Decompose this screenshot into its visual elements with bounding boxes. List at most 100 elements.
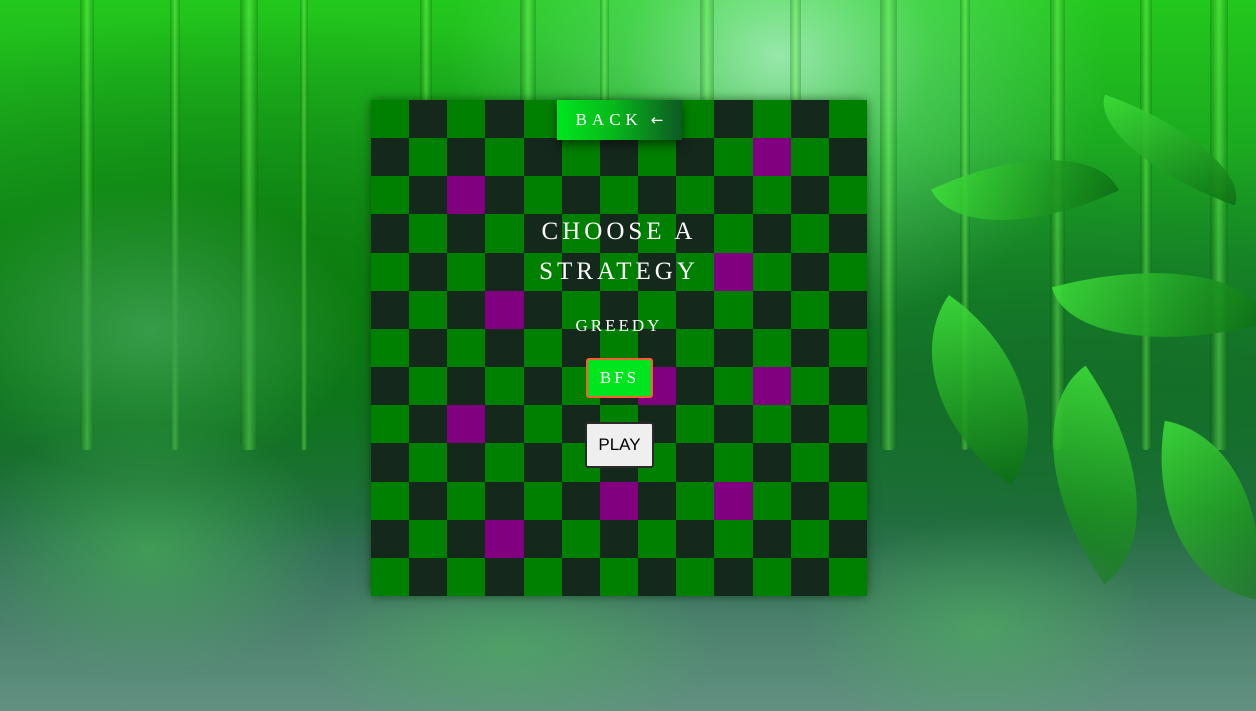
board-cell <box>714 443 753 482</box>
strategy-option-bfs[interactable]: BFS <box>586 358 653 398</box>
board-cell <box>409 138 448 177</box>
board-cell <box>676 176 715 215</box>
back-button[interactable]: BACK ← <box>557 100 682 140</box>
board-cell <box>447 100 486 139</box>
board-cell <box>485 405 524 444</box>
board-cell <box>752 176 791 215</box>
board-cell <box>714 138 753 177</box>
board-cell <box>523 443 562 482</box>
board-cell <box>561 138 600 177</box>
board-cell <box>409 176 448 215</box>
board-cell <box>409 290 448 329</box>
board-cell <box>371 557 410 596</box>
board-cell <box>676 557 715 596</box>
board-cell <box>485 557 524 596</box>
board-cell <box>409 481 448 520</box>
board-cell <box>790 176 829 215</box>
board-cell <box>523 557 562 596</box>
board-obstacle-cell <box>599 481 639 520</box>
play-button[interactable]: PLAY <box>585 422 654 468</box>
board-cell <box>638 138 677 177</box>
board-cell <box>714 328 753 368</box>
game-screen: BACK ← CHOOSE A STRATEGY GREEDY BFS PLAY <box>0 0 1256 711</box>
board-cell <box>828 443 867 482</box>
board-cell <box>638 481 677 520</box>
back-button-label: BACK <box>575 110 643 129</box>
board-cell <box>828 290 867 329</box>
board-cell <box>828 481 867 520</box>
board-cell <box>409 405 448 444</box>
board-cell <box>676 443 715 482</box>
board-cell <box>409 214 448 253</box>
board-cell <box>638 557 677 596</box>
board-cell <box>714 405 753 444</box>
board-obstacle-cell <box>714 481 753 520</box>
board-obstacle-cell <box>752 138 791 177</box>
board-cell <box>828 367 867 406</box>
board-cell <box>447 443 486 482</box>
board-cell <box>599 519 639 558</box>
board-cell <box>790 138 829 177</box>
board-cell <box>676 519 715 558</box>
board-cell <box>790 557 829 596</box>
board-cell <box>523 367 562 406</box>
board-cell <box>409 100 448 139</box>
board-cell <box>752 481 791 520</box>
board-cell <box>828 252 867 291</box>
board-cell <box>447 557 486 596</box>
board-cell <box>752 328 791 368</box>
board-cell <box>676 138 715 177</box>
menu-title: CHOOSE A STRATEGY <box>539 218 699 285</box>
board-cell <box>447 328 486 368</box>
board-cell <box>828 214 867 253</box>
game-board <box>371 100 867 596</box>
board-cell <box>523 176 562 215</box>
board-cell <box>447 519 486 558</box>
board-cell <box>447 138 486 177</box>
board-obstacle-cell <box>447 176 486 215</box>
board-cell <box>371 290 410 329</box>
board-cell <box>447 290 486 329</box>
board-cell <box>409 252 448 291</box>
board-cell <box>561 176 600 215</box>
board-cell <box>714 367 753 406</box>
board-cell <box>485 443 524 482</box>
board-cell <box>828 328 867 368</box>
board-cell <box>676 405 715 444</box>
board-cell <box>447 481 486 520</box>
board-cell <box>371 481 410 520</box>
board-cell <box>752 405 791 444</box>
board-cell <box>714 557 753 596</box>
board-obstacle-cell <box>485 519 524 558</box>
board-cell <box>790 443 829 482</box>
board-cell <box>599 557 639 596</box>
board-cell <box>828 138 867 177</box>
board-cell <box>409 519 448 558</box>
board-cell <box>638 519 677 558</box>
board-cell <box>828 557 867 596</box>
board-cell <box>371 138 410 177</box>
board-cell <box>790 328 829 368</box>
board-obstacle-cell <box>447 405 486 444</box>
board-cell <box>409 443 448 482</box>
board-cell <box>409 557 448 596</box>
strategy-option-greedy[interactable]: GREEDY <box>519 313 719 339</box>
board-cell <box>523 519 562 558</box>
board-cell <box>752 100 791 139</box>
board-cell <box>371 176 410 215</box>
board-cell <box>371 443 410 482</box>
board-cell <box>371 252 410 291</box>
board-cell <box>790 100 829 139</box>
board-cell <box>828 176 867 215</box>
board-cell <box>523 405 562 444</box>
arrow-left-icon: ← <box>650 111 664 129</box>
board-cell <box>371 405 410 444</box>
board-obstacle-cell <box>752 367 791 406</box>
board-cell <box>790 214 829 253</box>
board-cell <box>790 519 829 558</box>
board-cell <box>828 405 867 444</box>
board-cell <box>485 481 524 520</box>
board-cell <box>714 100 753 139</box>
board-cell <box>676 481 715 520</box>
board-cell <box>790 290 829 329</box>
